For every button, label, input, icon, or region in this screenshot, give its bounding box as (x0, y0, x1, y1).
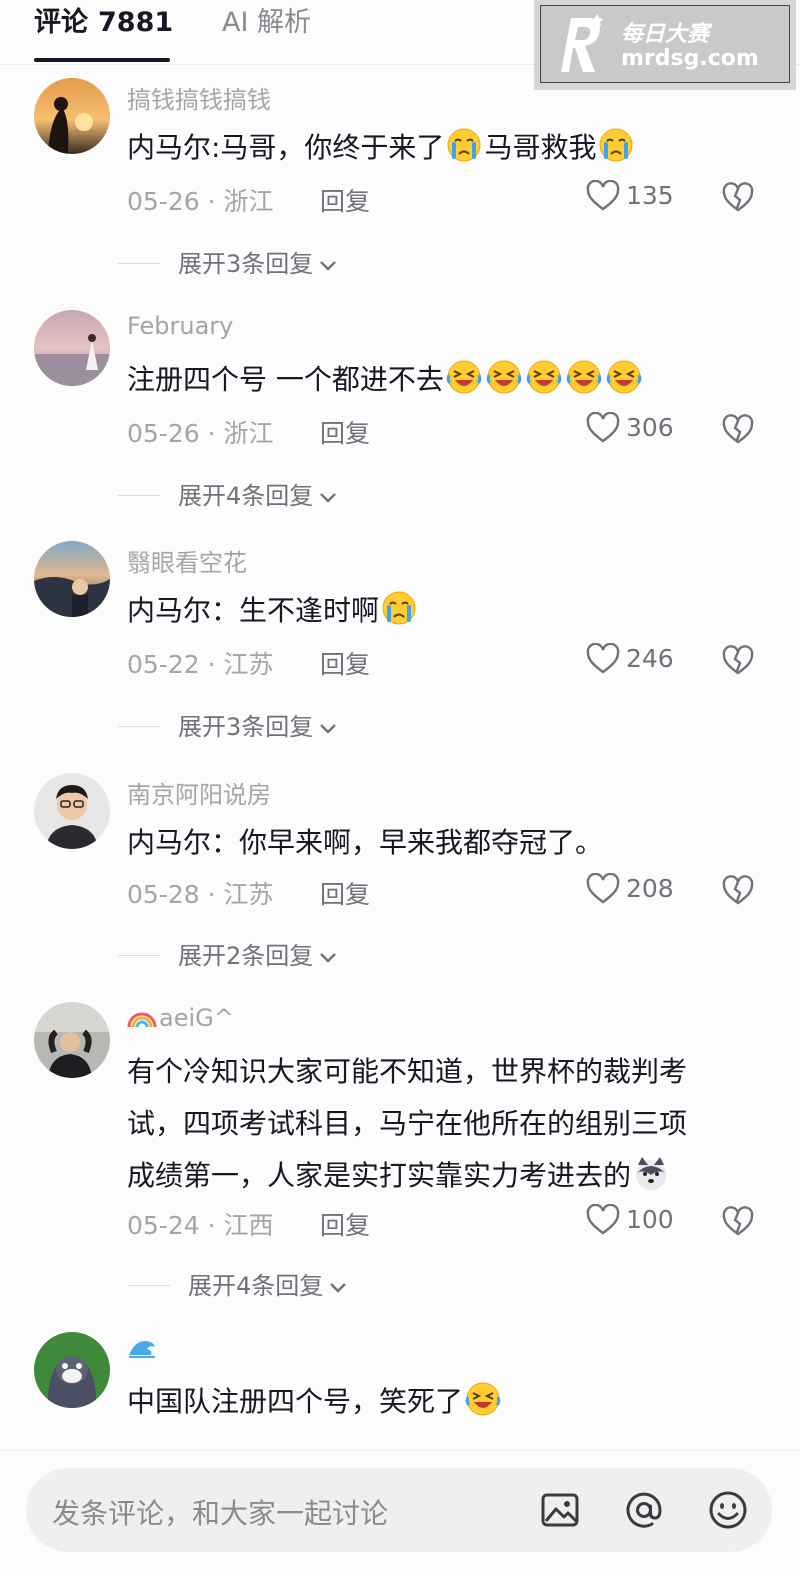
watermark-url: mrdsg.com (621, 46, 759, 71)
comment-meta: 05-26 · 浙江 (127, 419, 274, 448)
avatar[interactable] (34, 773, 110, 849)
tab-comments-label: 评论 (34, 7, 88, 38)
heart-outline-icon (586, 179, 620, 211)
like-count: 135 (626, 181, 674, 210)
avatar[interactable] (34, 541, 110, 617)
watermark-frame: 每日大赛 mrdsg.com (540, 5, 790, 83)
divider (118, 494, 160, 496)
broken-heart-icon[interactable] (722, 875, 754, 907)
comment-text: 内马尔:马哥，你终于来了 马哥救我 (127, 122, 767, 174)
comment-count: 7881 (98, 7, 174, 38)
tab-comments[interactable]: 评论 7881 (34, 2, 173, 44)
heart-outline-icon (586, 1203, 620, 1235)
tab-ai-analysis[interactable]: AI 解析 (222, 2, 311, 44)
image-icon[interactable] (536, 1486, 584, 1534)
like-button[interactable]: 208 (586, 872, 674, 905)
like-button[interactable]: 306 (586, 411, 674, 444)
avatar[interactable] (34, 310, 110, 386)
divider (128, 1284, 170, 1286)
comment-meta: 05-26 · 浙江 (127, 187, 274, 216)
expand-replies[interactable]: 展开2条回复 (118, 936, 339, 971)
watermark-text: 每日大赛 (621, 22, 710, 47)
comment-text: 注册四个号 一个都进不去 (127, 354, 767, 406)
rainbow-icon (127, 1012, 157, 1028)
chevron-down-icon (320, 953, 337, 963)
broken-heart-icon[interactable] (722, 1206, 754, 1238)
chevron-down-icon (320, 261, 337, 271)
laughing-crying-emoji-icon (446, 359, 482, 395)
comment-meta: 05-24 · 江西 (127, 1211, 274, 1240)
chevron-down-icon (320, 493, 337, 503)
comment-meta: 05-28 · 江苏 (127, 880, 274, 909)
divider (118, 725, 160, 727)
username[interactable]: aeiG^ (127, 1004, 234, 1032)
username[interactable]: 南京阿阳说房 (127, 775, 271, 810)
expand-replies[interactable]: 展开4条回复 (128, 1266, 349, 1301)
reply-button[interactable]: 回复 (320, 414, 370, 450)
laughing-crying-emoji-icon (526, 359, 562, 395)
expand-replies[interactable]: 展开4条回复 (118, 476, 339, 511)
laughing-crying-emoji-icon (566, 359, 602, 395)
watermark: 每日大赛 mrdsg.com (534, 0, 796, 90)
expand-replies[interactable]: 展开3条回复 (118, 244, 339, 279)
like-button[interactable]: 100 (586, 1203, 674, 1236)
comment-text: 内马尔：生不逢时啊 (127, 585, 767, 637)
avatar[interactable] (34, 1332, 110, 1408)
at-sign-icon[interactable] (620, 1486, 668, 1534)
divider (118, 954, 160, 956)
chevron-down-icon (330, 1283, 347, 1293)
chevron-down-icon (320, 724, 337, 734)
watermark-logo-icon (561, 14, 603, 72)
like-count: 306 (626, 413, 674, 442)
username[interactable]: February (127, 312, 233, 340)
comment-text: 有个冷知识大家可能不知道，世界杯的裁判考 试，四项考试科目，马宁在他所在的组别三项… (127, 1055, 688, 1192)
like-count: 246 (626, 644, 674, 673)
comment-input[interactable]: 发条评论，和大家一起讨论 (26, 1468, 772, 1552)
reply-button[interactable]: 回复 (320, 875, 370, 911)
username[interactable]: 翳眼看空花 (127, 543, 247, 578)
comment-input-placeholder: 发条评论，和大家一起讨论 (52, 1497, 389, 1530)
comment-input-bar: 发条评论，和大家一起讨论 (0, 1450, 800, 1576)
heart-outline-icon (586, 642, 620, 674)
avatar[interactable] (34, 1002, 110, 1078)
divider (118, 262, 160, 264)
laughing-crying-emoji-icon (486, 359, 522, 395)
comment-text: 内马尔：你早来啊，早来我都夺冠了。 (127, 826, 604, 859)
username[interactable]: 搞钱搞钱搞钱 (127, 80, 271, 115)
reply-button[interactable]: 回复 (320, 645, 370, 681)
wave-icon (129, 1341, 155, 1358)
like-count: 208 (626, 874, 674, 903)
active-tab-indicator (34, 58, 170, 62)
smiley-icon[interactable] (704, 1486, 752, 1534)
crying-emoji-icon (446, 127, 482, 163)
laughing-crying-emoji-icon (465, 1381, 501, 1417)
expand-replies[interactable]: 展开3条回复 (118, 707, 339, 742)
comment-meta: 05-22 · 江苏 (127, 650, 274, 679)
husky-emoji-icon (633, 1155, 669, 1191)
like-count: 100 (626, 1205, 674, 1234)
broken-heart-icon[interactable] (722, 414, 754, 446)
like-button[interactable]: 135 (586, 179, 674, 212)
broken-heart-icon[interactable] (722, 645, 754, 677)
reply-button[interactable]: 回复 (320, 182, 370, 218)
crying-emoji-icon (381, 590, 417, 626)
reply-button[interactable]: 回复 (320, 1206, 370, 1242)
comment-text: 中国队注册四个号，笑死了 (127, 1376, 767, 1428)
broken-heart-icon[interactable] (722, 182, 754, 214)
username[interactable] (127, 1334, 157, 1362)
avatar[interactable] (34, 78, 110, 154)
heart-outline-icon (586, 411, 620, 443)
heart-outline-icon (586, 872, 620, 904)
laughing-crying-emoji-icon (606, 359, 642, 395)
crying-emoji-icon (598, 127, 634, 163)
like-button[interactable]: 246 (586, 642, 674, 675)
